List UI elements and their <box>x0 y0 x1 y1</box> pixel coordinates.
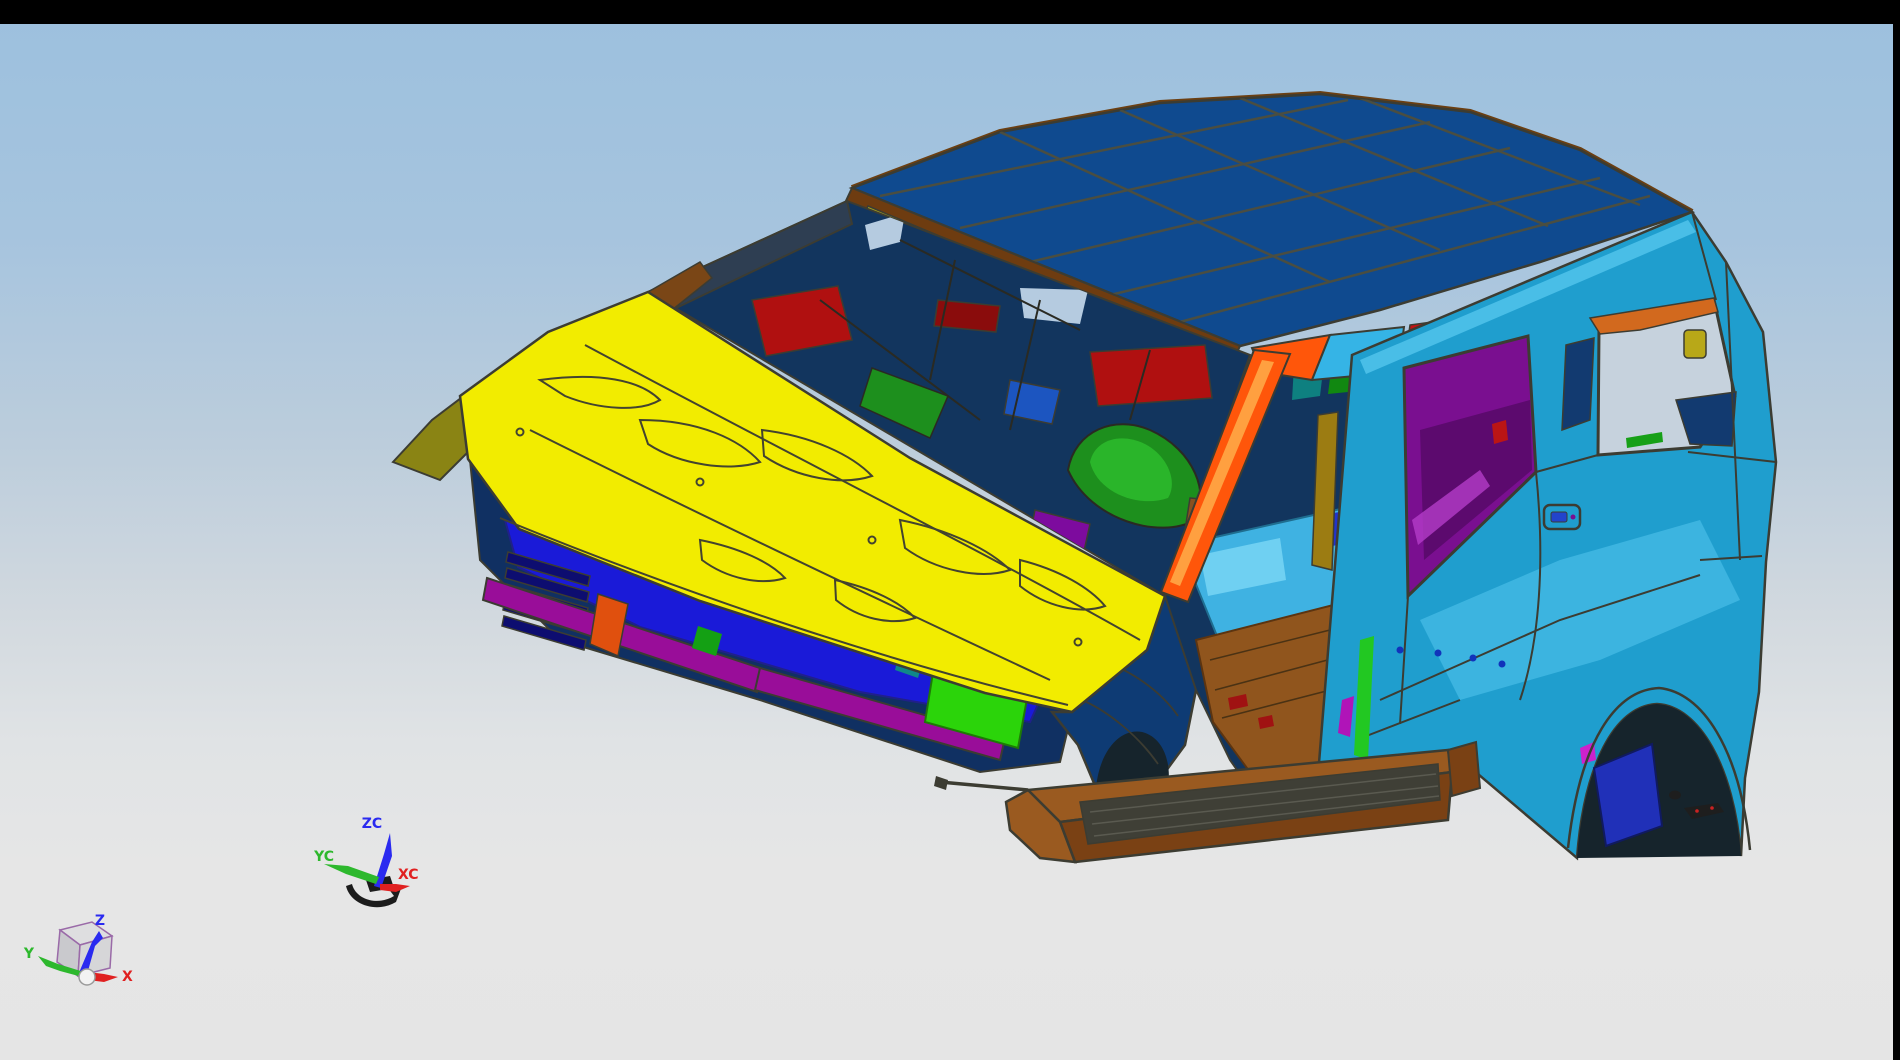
abs-origin-sphere[interactable] <box>79 969 95 985</box>
wcs-y-axis[interactable] <box>324 864 379 884</box>
suv-body-in-white[interactable] <box>393 94 1776 862</box>
absolute-csys-triad[interactable]: Z Y X <box>23 913 133 985</box>
abs-x-label: X <box>122 969 133 985</box>
rear-door-handle[interactable] <box>1544 505 1580 529</box>
front-rod-detail[interactable] <box>940 782 1028 790</box>
front-rod-tip <box>934 776 948 790</box>
wcs-y-label: YC <box>313 849 334 865</box>
wcs-triad[interactable]: ZC YC XC <box>313 816 419 907</box>
wcs-x-axis[interactable] <box>380 884 410 892</box>
model-canvas[interactable]: ZC YC XC Z Y X <box>0 0 1900 1060</box>
cad-graphics-window: ZC YC XC Z Y X <box>0 0 1900 1060</box>
wcs-x-label: XC <box>398 867 419 883</box>
c-pillar-inner-navy[interactable] <box>1562 338 1594 430</box>
cabin-red-bracket-right[interactable] <box>1090 345 1212 406</box>
window-red-bit[interactable] <box>1492 420 1508 444</box>
wcs-z-label: ZC <box>362 816 382 832</box>
abs-z-label: Z <box>95 913 105 929</box>
abs-y-label: Y <box>23 946 35 962</box>
quarter-window-tag-yellow[interactable] <box>1684 330 1706 358</box>
